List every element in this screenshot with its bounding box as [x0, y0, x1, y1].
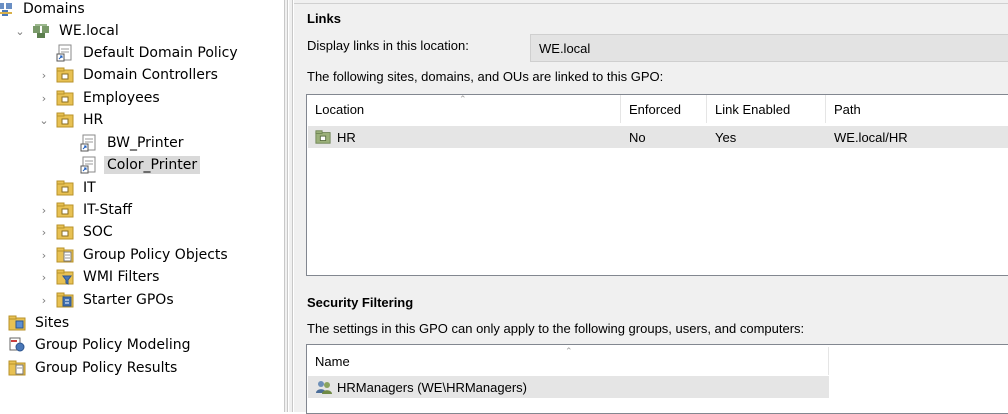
column-header-location[interactable]: Location ⌃ — [307, 94, 621, 123]
wmi-folder-icon — [56, 268, 74, 286]
tree-item-wmi-filters[interactable]: › WMI Filters — [38, 266, 162, 288]
chevron-down-icon[interactable]: ⌄ — [14, 20, 26, 42]
link-enforced-cell: No — [629, 129, 646, 145]
ou-icon — [56, 201, 74, 219]
chevron-right-icon[interactable]: › — [38, 221, 50, 243]
column-header-label: Enforced — [629, 101, 682, 117]
tree-item-employees[interactable]: › Employees — [38, 87, 163, 109]
gpo-folder-icon — [56, 246, 74, 264]
tree-item-default-domain-policy[interactable]: Default Domain Policy — [56, 42, 241, 64]
ou-icon — [315, 129, 333, 145]
pane-border — [289, 0, 293, 412]
security-filtering-description: The settings in this GPO can only apply … — [307, 321, 805, 336]
chevron-right-icon[interactable]: › — [38, 266, 50, 288]
tree-item-label: Starter GPOs — [83, 292, 174, 308]
links-listview[interactable]: Location ⌃ Enforced Link Enabled Path HR… — [306, 94, 1008, 276]
gpo-link-icon — [80, 134, 98, 152]
chevron-right-icon[interactable]: › — [38, 199, 50, 221]
tree-item-label: Domain Controllers — [83, 67, 218, 83]
security-filtering-listview[interactable]: Name ⌃ HRManagers (WE\HRManagers) — [306, 344, 1008, 414]
tree-item-domains[interactable]: Domains — [0, 0, 88, 20]
chevron-right-icon[interactable]: › — [38, 64, 50, 86]
chevron-down-icon[interactable]: ⌄ — [38, 109, 50, 131]
tree-item-label: IT-Staff — [83, 202, 133, 218]
tree-item-label: Default Domain Policy — [83, 45, 238, 61]
gpo-link-icon — [80, 156, 98, 174]
tree-item-group-policy-modeling[interactable]: Group Policy Modeling — [8, 334, 193, 356]
domains-icon — [0, 0, 14, 18]
link-location-cell: HR — [315, 126, 356, 148]
tree-item-group-policy-objects[interactable]: › Group Policy Objects — [38, 244, 231, 266]
chevron-right-icon[interactable]: › — [38, 289, 50, 311]
column-header-link-enabled[interactable]: Link Enabled — [707, 95, 826, 123]
tree-item-label: WE.local — [59, 23, 119, 39]
tree-item-it-staff[interactable]: › IT-Staff — [38, 199, 135, 221]
domain-icon — [32, 22, 50, 40]
security-principal-name: HRManagers (WE\HRManagers) — [337, 379, 527, 395]
tree-item-label: SOC — [83, 224, 113, 240]
pane-splitter[interactable] — [284, 0, 288, 412]
user-group-icon — [315, 379, 333, 395]
links-section-title: Links — [307, 11, 341, 26]
tree-item-label: Group Policy Results — [35, 360, 178, 376]
results-icon — [8, 359, 26, 377]
links-description: The following sites, domains, and OUs ar… — [307, 69, 664, 84]
tree-item-label: Sites — [35, 315, 70, 331]
security-filtering-title: Security Filtering — [307, 295, 414, 310]
link-enabled-cell: Yes — [715, 129, 737, 145]
starter-folder-icon — [56, 291, 74, 309]
link-location-text: HR — [337, 129, 356, 145]
sort-ascending-icon: ⌃ — [459, 94, 467, 104]
modeling-icon — [8, 336, 26, 354]
column-header-name[interactable]: Name ⌃ — [307, 346, 829, 375]
tree-item-label: IT — [83, 180, 96, 196]
ou-icon — [56, 66, 74, 84]
tree-item-label: Domains — [23, 1, 85, 17]
tree-item-label: HR — [83, 112, 104, 128]
sort-ascending-icon: ⌃ — [565, 346, 573, 356]
tree-item-label: Color_Printer — [104, 156, 201, 174]
tree-item-sites[interactable]: Sites — [8, 312, 72, 334]
tree-item-group-policy-results[interactable]: Group Policy Results — [8, 357, 180, 379]
tab-strip-edge — [294, 0, 1008, 4]
security-principal-cell: HRManagers (WE\HRManagers) — [315, 376, 527, 398]
ou-icon — [56, 179, 74, 197]
column-header-label: Name — [315, 353, 350, 369]
links-location-value: WE.local — [539, 40, 591, 56]
sites-icon — [8, 314, 26, 332]
tree-item-label: WMI Filters — [83, 269, 160, 285]
link-path-cell: WE.local/HR — [834, 129, 908, 145]
ou-icon — [56, 89, 74, 107]
chevron-right-icon[interactable]: › — [38, 87, 50, 109]
tree-item-label: Employees — [83, 90, 160, 106]
column-header-label: Path — [834, 101, 861, 117]
tree-item-label: Group Policy Objects — [83, 247, 228, 263]
tree-item-bw-printer[interactable]: BW_Printer — [80, 132, 187, 154]
tree-item-label: BW_Printer — [107, 135, 184, 151]
gpo-scope-pane: Links Display links in this location: WE… — [294, 0, 1008, 414]
column-header-path[interactable]: Path — [826, 95, 1008, 123]
column-header-label: Link Enabled — [715, 101, 791, 117]
column-header-enforced[interactable]: Enforced — [621, 95, 707, 123]
ou-icon — [56, 223, 74, 241]
tree-item-soc[interactable]: › SOC — [38, 221, 116, 243]
tree-item-starter-gpos[interactable]: › Starter GPOs — [38, 289, 177, 311]
gpo-link-icon — [56, 44, 74, 62]
console-tree: Domains ⌄ WE.local Default Domain Policy… — [0, 0, 284, 412]
tree-item-domain-controllers[interactable]: › Domain Controllers — [38, 64, 221, 86]
column-header-label: Location — [315, 101, 365, 117]
display-links-label: Display links in this location: — [307, 38, 469, 53]
tree-item-color-printer[interactable]: Color_Printer — [80, 154, 201, 176]
links-location-dropdown[interactable]: WE.local — [530, 34, 1008, 62]
tree-item-it[interactable]: IT — [56, 177, 99, 199]
tree-item-label: Group Policy Modeling — [35, 337, 191, 353]
ou-icon — [56, 111, 74, 129]
chevron-right-icon[interactable]: › — [38, 244, 50, 266]
tree-item-hr[interactable]: ⌄ HR — [38, 109, 106, 131]
tree-item-we-local[interactable]: ⌄ WE.local — [14, 20, 122, 42]
